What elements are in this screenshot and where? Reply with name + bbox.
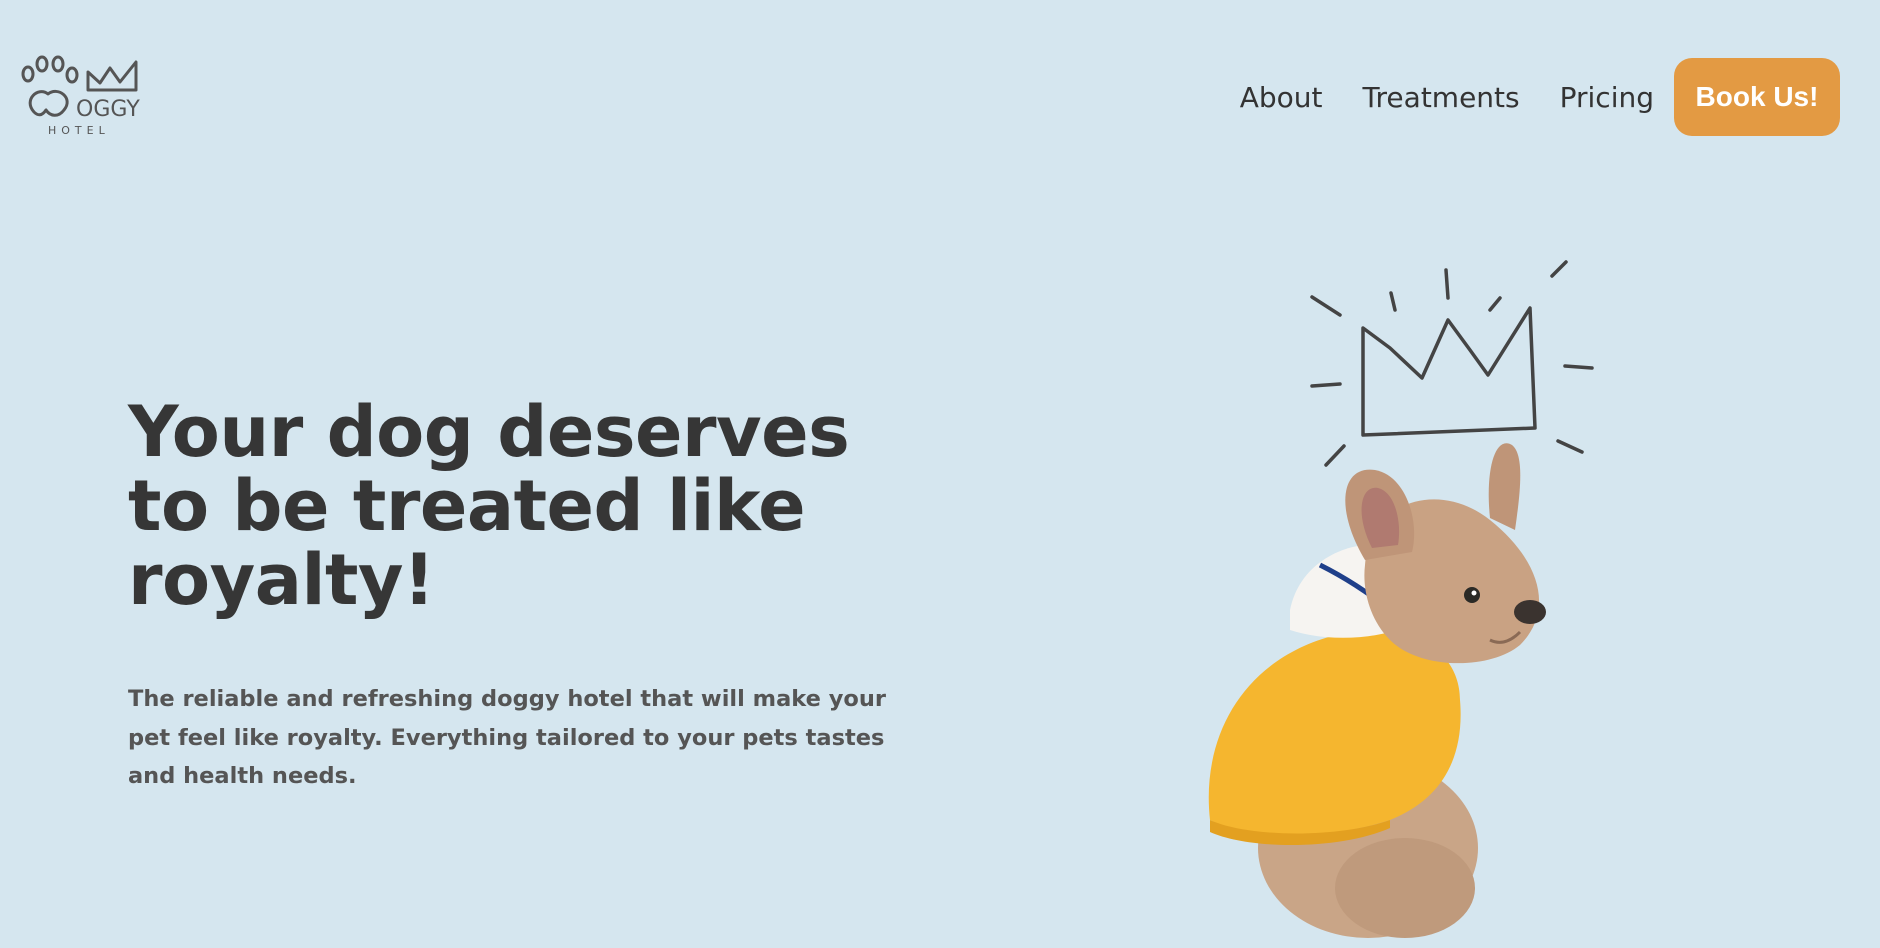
crowned-dog-illustration <box>1208 260 1594 938</box>
nav-pricing-link[interactable]: Pricing <box>1560 81 1654 114</box>
paw-toe <box>21 65 35 83</box>
crown-icon <box>86 60 138 92</box>
hero-description: The reliable and refreshing doggy hotel … <box>128 686 886 789</box>
paw-toe <box>51 55 65 73</box>
main-nav: About Treatments Pricing Book Us! <box>1240 58 1840 136</box>
logo[interactable]: OGGY HOTEL <box>18 50 148 140</box>
logo-sub: HOTEL <box>48 124 110 137</box>
paw-toe <box>35 55 49 73</box>
hero-title: Your dog deserves to be treated like roy… <box>128 391 850 621</box>
logo-word: OGGY <box>76 97 140 122</box>
paw-toe <box>65 66 79 84</box>
paw-pad <box>28 89 69 117</box>
nav-treatments-link[interactable]: Treatments <box>1363 81 1520 114</box>
crown-sketch-icon <box>1310 260 1594 467</box>
nav-about-link[interactable]: About <box>1240 81 1323 114</box>
book-us-button[interactable]: Book Us! <box>1674 58 1840 136</box>
dog-illustration <box>1208 443 1546 938</box>
